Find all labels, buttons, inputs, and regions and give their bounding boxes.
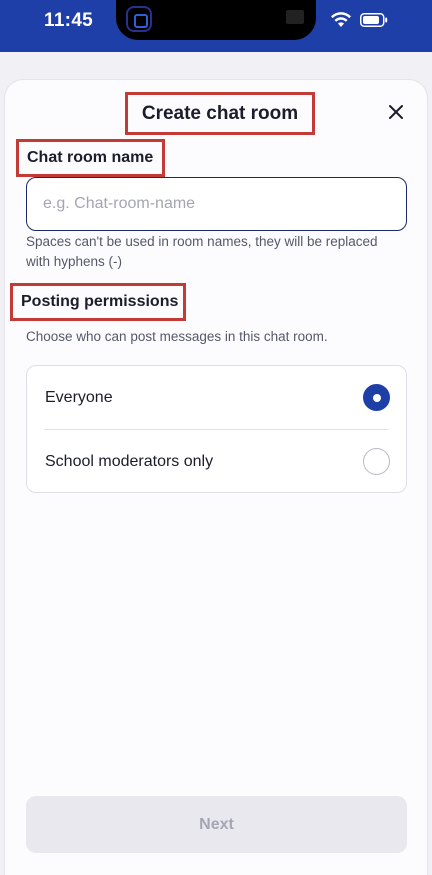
battery-icon <box>360 13 388 27</box>
room-name-label: Chat room name <box>27 149 154 166</box>
option-label: Everyone <box>45 388 113 406</box>
title-highlight: Create chat room <box>125 92 315 135</box>
status-time: 11:45 <box>44 10 94 31</box>
room-name-label-highlight: Chat room name <box>16 139 165 177</box>
permissions-label-highlight: Posting permissions <box>10 283 186 321</box>
create-chat-room-sheet: Create chat room Chat room name Spaces c… <box>5 80 427 875</box>
tv-icon <box>286 10 304 24</box>
status-bar: 11:45 <box>0 0 432 52</box>
option-label: School moderators only <box>45 452 214 470</box>
option-moderators-only[interactable]: School moderators only <box>27 430 408 493</box>
page-title: Create chat room <box>141 102 299 124</box>
room-name-helper: Spaces can't be used in room names, they… <box>26 234 378 269</box>
radio-selected[interactable] <box>363 384 390 411</box>
option-everyone[interactable]: Everyone <box>27 366 408 429</box>
permissions-description: Choose who can post messages in this cha… <box>26 329 328 344</box>
radio-unselected[interactable] <box>363 448 390 475</box>
permission-options: Everyone School moderators only <box>26 365 407 493</box>
dynamic-island <box>116 0 316 40</box>
status-icons <box>330 12 388 28</box>
wifi-icon <box>330 12 352 28</box>
radio-dot <box>372 393 381 402</box>
room-name-input[interactable] <box>26 177 407 231</box>
permissions-label: Posting permissions <box>21 293 179 310</box>
app-screen: 11:45 Create chat room Chat room name e.… <box>0 0 432 875</box>
close-button[interactable] <box>385 101 407 123</box>
next-button[interactable]: Next <box>26 796 407 853</box>
close-icon <box>389 105 403 119</box>
app-activity-icon <box>126 6 152 32</box>
